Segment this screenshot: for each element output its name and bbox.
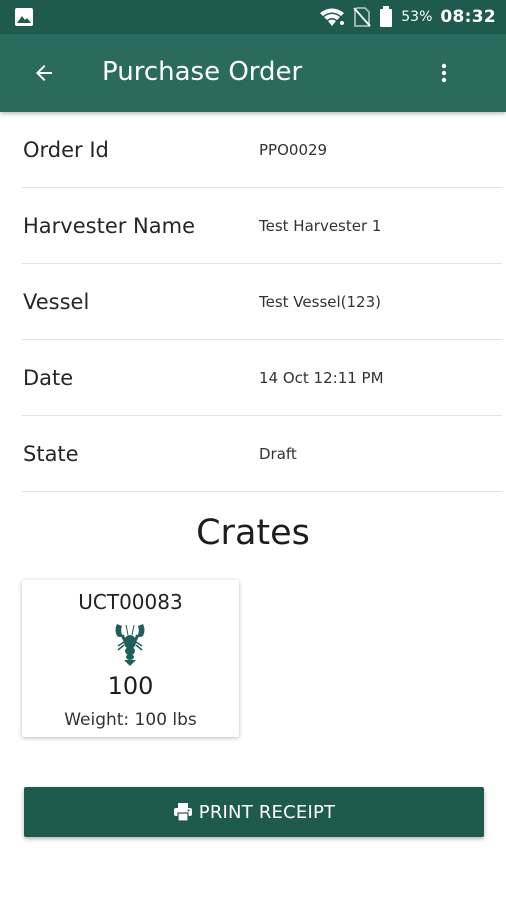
battery-percent: 53%	[401, 9, 433, 25]
printer-icon	[173, 803, 192, 822]
detail-value: Test Vessel(123)	[259, 292, 381, 311]
detail-label: Harvester Name	[23, 213, 195, 238]
lobster-icon	[115, 624, 145, 666]
crate-id: UCT00083	[78, 590, 183, 614]
print-receipt-label: PRINT RECEIPT	[198, 801, 336, 823]
clock: 08:32	[440, 7, 496, 27]
detail-row-state: State Draft	[22, 416, 502, 492]
crate-count: 100	[107, 672, 154, 700]
status-bar: 53% 08:32	[0, 0, 506, 34]
detail-row-harvester-name: Harvester Name Test Harvester 1	[22, 188, 502, 264]
detail-value: PPO0029	[259, 140, 328, 159]
battery-icon	[380, 6, 393, 27]
back-button[interactable]	[24, 53, 64, 93]
overflow-menu-button[interactable]	[424, 53, 464, 93]
detail-label: State	[23, 441, 79, 466]
wifi-icon	[320, 8, 345, 26]
detail-label: Vessel	[23, 289, 90, 314]
crates-section-title: Crates	[196, 513, 310, 553]
detail-label: Date	[23, 365, 74, 390]
arrow-back-icon	[36, 65, 52, 81]
detail-label: Order Id	[23, 137, 109, 162]
crate-weight: Weight: 100 lbs	[64, 710, 197, 730]
status-icons: 53% 08:32	[319, 0, 496, 34]
detail-row-order-id: Order Id PPO0029	[22, 112, 502, 188]
image-notification-icon	[15, 8, 33, 26]
order-details: Order Id PPO0029 Harvester Name Test Har…	[22, 112, 502, 492]
detail-value: Draft	[259, 444, 297, 463]
app-bar: Purchase Order	[0, 34, 506, 112]
detail-row-vessel: Vessel Test Vessel(123)	[22, 264, 502, 340]
detail-row-date: Date 14 Oct 12:11 PM	[22, 340, 502, 416]
detail-value: Test Harvester 1	[259, 216, 382, 235]
no-sim-icon	[353, 7, 371, 27]
more-vert-icon	[441, 63, 447, 83]
page-title: Purchase Order	[102, 57, 303, 87]
detail-value: 14 Oct 12:11 PM	[259, 368, 384, 387]
print-receipt-button[interactable]: PRINT RECEIPT	[24, 787, 484, 837]
crate-card[interactable]: UCT00083 100 Weight: 100 lbs	[22, 580, 239, 737]
